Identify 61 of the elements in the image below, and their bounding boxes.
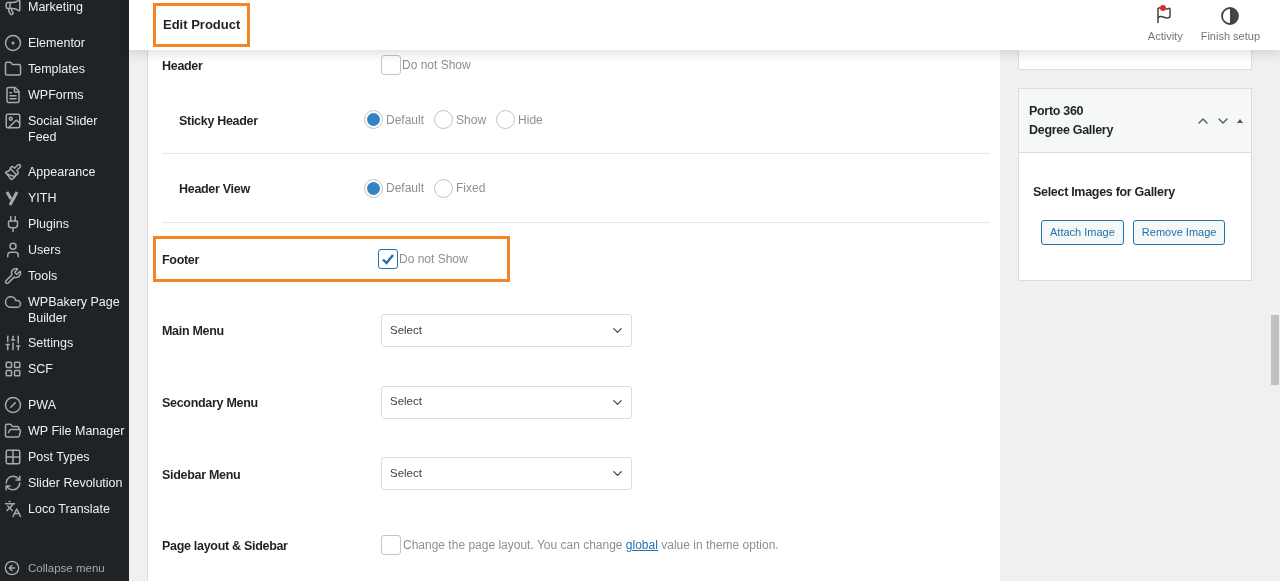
sidebar-item[interactable]: Marketing <box>0 0 129 20</box>
sidebar-item[interactable]: SCF <box>0 356 129 382</box>
sidebar-item[interactable]: Plugins <box>0 211 129 237</box>
setting-label: Header <box>162 58 203 73</box>
toolbar-button[interactable]: Activity <box>1147 5 1183 45</box>
wrench-icon <box>4 267 22 285</box>
sidebar-item[interactable]: YITH <box>0 185 129 211</box>
setting-label: Header View <box>179 182 250 197</box>
collapse-menu-button[interactable]: Collapse menu <box>0 559 129 577</box>
sidebar-item[interactable]: WPBakery Page Builder <box>0 289 129 330</box>
select-field[interactable]: Select <box>381 385 632 419</box>
setting-label: Page layout & Sidebar <box>162 539 288 554</box>
sidebar-item[interactable]: Elementor <box>0 30 129 56</box>
image-icon <box>4 112 22 130</box>
cloud-icon <box>4 293 22 311</box>
sidebar-item[interactable]: Templates <box>0 56 129 82</box>
form-icon <box>4 86 22 104</box>
setting-description: Change the page layout. You can change global value in theme option. <box>403 537 779 555</box>
gallery-button[interactable]: Remove Image <box>1132 219 1226 245</box>
global-link[interactable]: global <box>625 538 658 553</box>
checkbox[interactable] <box>381 54 401 75</box>
page-title: Edit Product <box>163 16 241 35</box>
sidebar-item[interactable]: Social Slider Feed <box>0 108 129 149</box>
sidebar-item[interactable]: Tools <box>0 263 129 289</box>
setting-label: Secondary Menu <box>162 396 258 411</box>
sidebar-item[interactable]: Slider Revolution <box>0 470 129 496</box>
folder-icon <box>4 60 22 78</box>
setting-label: Sidebar Menu <box>162 467 241 482</box>
toolbar-button[interactable]: Finish setup <box>1200 5 1260 45</box>
collapse-icon <box>4 560 20 577</box>
translate-icon <box>4 500 22 518</box>
setting-label: Sticky Header <box>179 113 258 128</box>
checkbox-label: Do not Show <box>402 56 471 74</box>
sidebar-item[interactable]: WPForms <box>0 82 129 108</box>
sidebar-item[interactable]: Loco Translate <box>0 496 129 522</box>
sidebar-item[interactable]: Users <box>0 237 129 263</box>
megaphone-icon <box>4 0 22 16</box>
sidebar-item[interactable]: PWA <box>0 392 129 418</box>
gallery-heading: Select Images for Gallery <box>1033 184 1176 201</box>
gallery-button[interactable]: Attach Image <box>1041 219 1124 245</box>
user-icon <box>4 241 22 259</box>
checkbox-label: Do not Show <box>399 250 468 268</box>
circle-icon <box>4 34 22 52</box>
sidebar-item[interactable]: Appearance <box>0 159 129 185</box>
circle-icon <box>4 396 22 414</box>
sliders-icon <box>4 334 22 352</box>
sidebar-item[interactable]: Post Types <box>0 444 129 470</box>
setting-label: Footer <box>162 252 200 267</box>
card-title: Porto 360 Degree Gallery <box>1029 102 1114 139</box>
refresh-icon <box>4 474 22 492</box>
checkbox[interactable] <box>381 535 401 556</box>
sidebar-item[interactable]: WP File Manager <box>0 418 129 444</box>
setting-label: Main Menu <box>162 324 224 339</box>
folder-icon <box>4 422 22 440</box>
sidebar-item[interactable]: Settings <box>0 330 129 356</box>
grid-icon <box>4 360 22 378</box>
grid-icon <box>4 448 22 466</box>
checkbox[interactable] <box>378 248 398 269</box>
select-field[interactable]: Select <box>381 313 632 347</box>
paintbrush-icon <box>4 163 22 181</box>
select-field[interactable]: Select <box>381 457 632 491</box>
